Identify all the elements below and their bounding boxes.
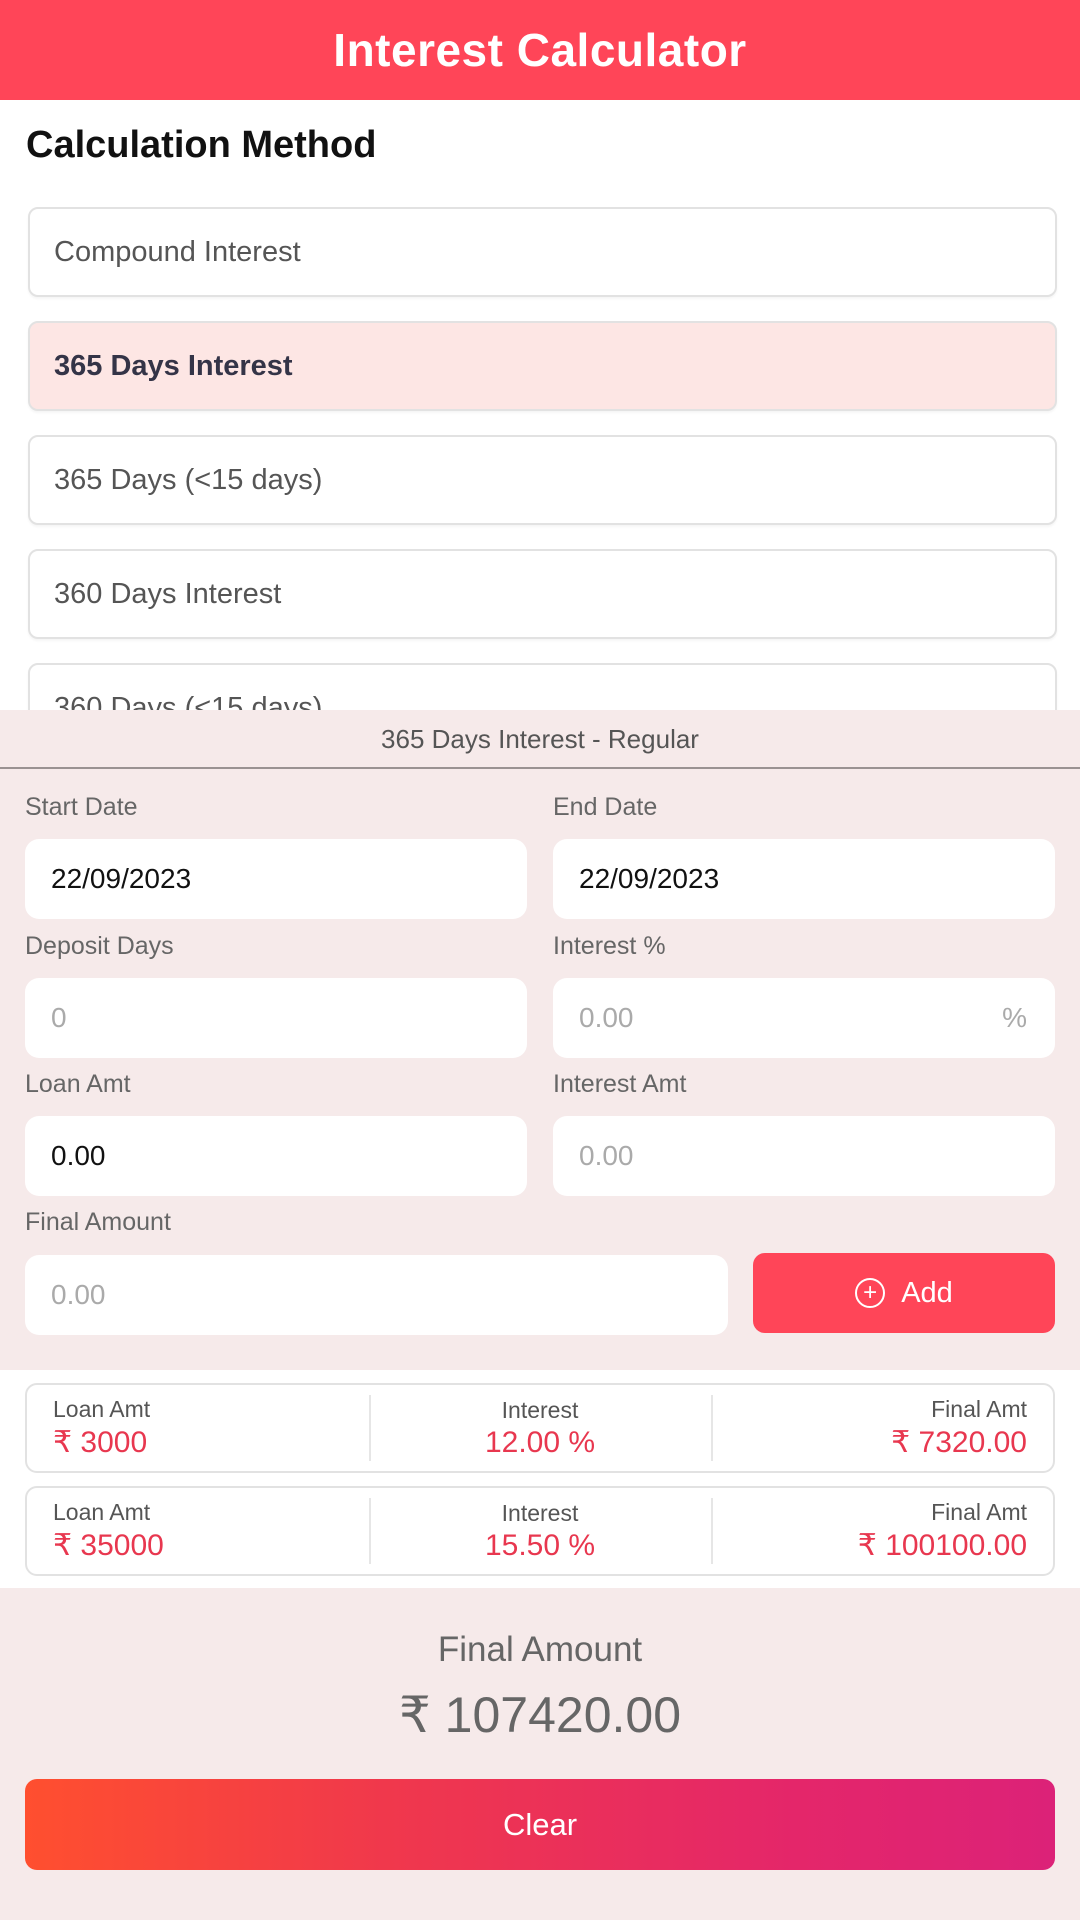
- method-option-label: 365 Days (<15 days): [54, 463, 323, 496]
- end-date-field[interactable]: 22/09/2023: [553, 839, 1055, 919]
- form-subtitle: 365 Days Interest - Regular: [381, 723, 699, 754]
- entry-loan-col: Loan Amt ₹ 35000: [27, 1488, 369, 1574]
- start-date-value: 22/09/2023: [51, 863, 192, 894]
- entry-interest-label: Interest: [501, 1396, 579, 1423]
- entry-final-value: ₹ 7320.00: [891, 1426, 1027, 1459]
- method-option-label: 365 Days Interest: [54, 349, 293, 382]
- deposit-days-label: Deposit Days: [25, 932, 174, 960]
- end-date-label: End Date: [553, 793, 658, 821]
- add-button-label: Add: [901, 1276, 953, 1309]
- start-date-label: Start Date: [25, 793, 138, 821]
- entry-loan-label: Loan Amt: [53, 1396, 151, 1422]
- entry-interest-col: Interest 15.50 %: [369, 1488, 711, 1574]
- final-amount-placeholder: 0.00: [51, 1279, 106, 1310]
- section-title: Calculation Method: [26, 124, 377, 166]
- app-header: Interest Calculator: [0, 0, 1080, 100]
- method-option-label: 360 Days Interest: [54, 577, 282, 610]
- entry-interest-value: 12.00 %: [484, 1425, 596, 1459]
- end-date-value: 22/09/2023: [579, 863, 720, 894]
- entry-final-label: Final Amt: [931, 1396, 1027, 1422]
- entry-final-value: ₹ 100100.00: [857, 1529, 1027, 1562]
- calculator-form: 365 Days Interest - Regular Start Date 2…: [0, 710, 1080, 1370]
- loan-amt-value: 0.00: [51, 1140, 106, 1171]
- interest-pct-input[interactable]: 0.00 %: [553, 978, 1055, 1058]
- calculation-method-section: Calculation Method Compound Interest 365…: [0, 100, 1080, 710]
- interest-amt-placeholder: 0.00: [579, 1140, 634, 1171]
- method-option-360-days-lt15[interactable]: 360 Days (<15 days): [28, 663, 1057, 710]
- plus-circle-icon: +: [855, 1278, 886, 1308]
- interest-amt-input[interactable]: 0.00: [553, 1116, 1055, 1196]
- method-option-compound[interactable]: Compound Interest: [28, 207, 1057, 297]
- page-title: Interest Calculator: [333, 24, 747, 76]
- summary-label: Final Amount: [437, 1630, 643, 1669]
- entry-interest-col: Interest 12.00 %: [369, 1385, 711, 1471]
- final-amount-input[interactable]: 0.00: [25, 1255, 728, 1335]
- percent-suffix: %: [1002, 1002, 1027, 1033]
- method-list[interactable]: Compound Interest 365 Days Interest 365 …: [28, 207, 1057, 710]
- entry-final-label: Final Amt: [931, 1499, 1027, 1525]
- entry-card[interactable]: Loan Amt ₹ 3000 Interest 12.00 % Final A…: [25, 1383, 1055, 1473]
- deposit-days-placeholder: 0: [51, 1002, 67, 1033]
- entry-loan-col: Loan Amt ₹ 3000: [27, 1385, 369, 1471]
- final-amount-label: Final Amount: [25, 1208, 171, 1236]
- divider: [0, 767, 1080, 769]
- loan-amt-input[interactable]: 0.00: [25, 1116, 527, 1196]
- entry-final-col: Final Amt ₹ 7320.00: [711, 1385, 1053, 1471]
- entry-card[interactable]: Loan Amt ₹ 35000 Interest 15.50 % Final …: [25, 1486, 1055, 1576]
- entry-interest-label: Interest: [501, 1499, 579, 1526]
- method-option-365-days[interactable]: 365 Days Interest: [28, 321, 1057, 411]
- interest-pct-placeholder: 0.00: [579, 1002, 634, 1033]
- summary-section: Final Amount ₹ 107420.00 Clear: [0, 1588, 1080, 1920]
- clear-button-label: Clear: [502, 1806, 578, 1842]
- entry-interest-value: 15.50 %: [484, 1528, 596, 1562]
- entry-final-col: Final Amt ₹ 100100.00: [711, 1488, 1053, 1574]
- loan-amt-label: Loan Amt: [25, 1070, 131, 1098]
- start-date-field[interactable]: 22/09/2023: [25, 839, 527, 919]
- entries-list: Loan Amt ₹ 3000 Interest 12.00 % Final A…: [0, 1370, 1080, 1588]
- entry-loan-label: Loan Amt: [53, 1499, 151, 1525]
- interest-pct-label: Interest %: [553, 932, 666, 960]
- entry-loan-value: ₹ 35000: [53, 1529, 164, 1562]
- add-button[interactable]: + Add: [753, 1253, 1055, 1333]
- entry-loan-value: ₹ 3000: [53, 1426, 148, 1459]
- method-option-360-days[interactable]: 360 Days Interest: [28, 549, 1057, 639]
- method-option-label: 360 Days (<15 days): [54, 691, 323, 711]
- deposit-days-input[interactable]: 0: [25, 978, 527, 1058]
- summary-final-amount: ₹ 107420.00: [398, 1687, 682, 1743]
- clear-button[interactable]: Clear: [25, 1779, 1055, 1870]
- method-option-label: Compound Interest: [54, 235, 301, 268]
- method-option-365-days-lt15[interactable]: 365 Days (<15 days): [28, 435, 1057, 525]
- interest-amt-label: Interest Amt: [553, 1070, 687, 1098]
